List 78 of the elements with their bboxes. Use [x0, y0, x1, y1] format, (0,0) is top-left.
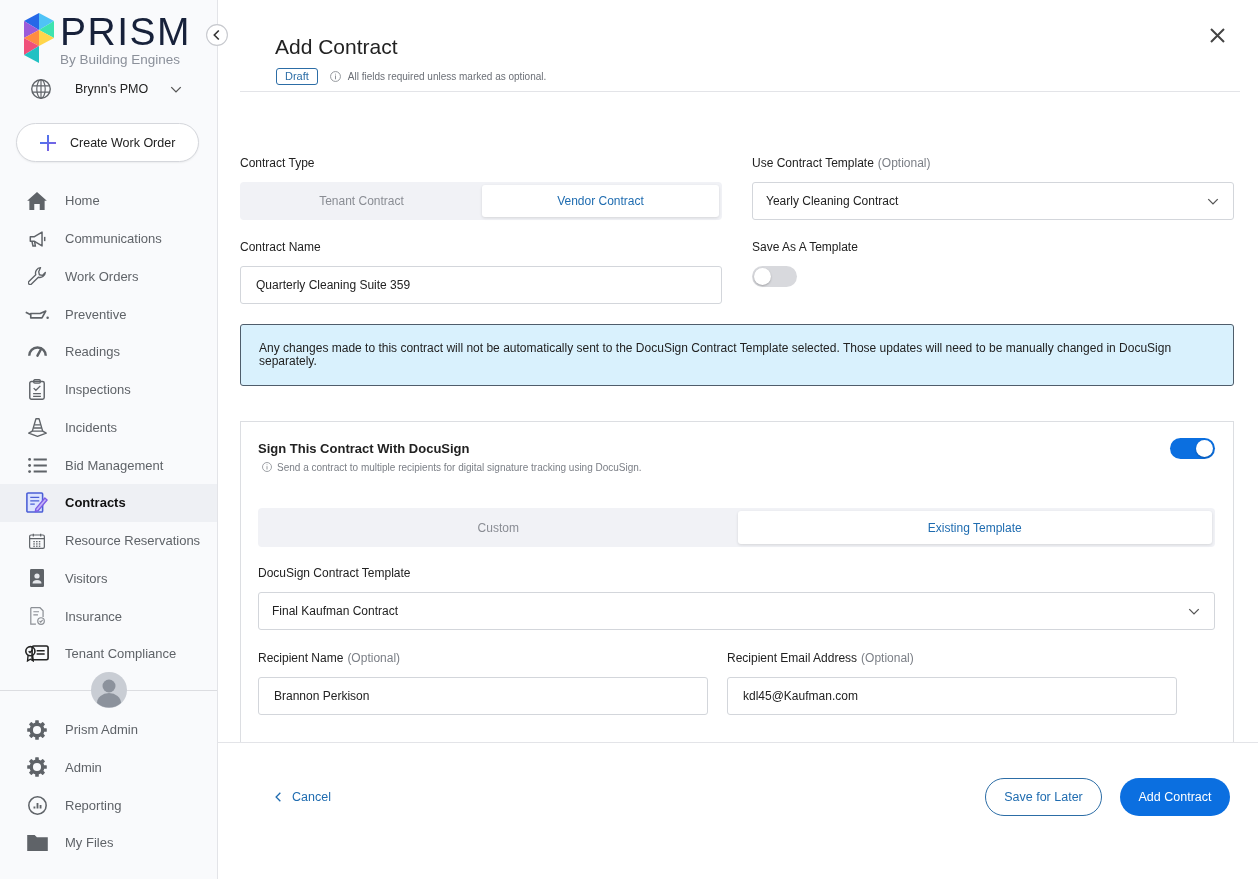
gauge-icon: [27, 346, 47, 358]
field-label: Contract Type: [240, 155, 315, 171]
field-label: Recipient Email Address: [727, 650, 858, 666]
template-dropdown[interactable]: Yearly Cleaning Contract: [752, 182, 1234, 220]
nav-item[interactable]: Communications: [0, 219, 217, 258]
chevron-left-icon: [275, 792, 281, 802]
nav-item[interactable]: Tenant Compliance: [0, 635, 217, 673]
optional-hint: (Optional): [347, 650, 401, 666]
optional-hint: (Optional): [861, 650, 914, 666]
close-icon[interactable]: [1210, 28, 1225, 43]
chevron-left-icon[interactable]: [206, 24, 228, 46]
nav-item[interactable]: Prism Admin: [0, 710, 217, 749]
id-badge-icon: [30, 569, 44, 588]
required-note: All fields required unless marked as optional.: [347, 71, 547, 82]
nav-item[interactable]: My Files: [0, 824, 217, 862]
calendar-icon: [29, 532, 45, 549]
nav-item[interactable]: Reporting: [0, 786, 217, 824]
segment-tab[interactable]: Existing Template: [737, 511, 1212, 544]
globe-icon: [31, 79, 51, 99]
wrench-icon: [28, 267, 46, 286]
certificate-icon: [25, 645, 49, 663]
nav-item[interactable]: Inspections: [0, 370, 217, 409]
nav-item[interactable]: Bid Management: [0, 446, 217, 484]
nav-item[interactable]: Contracts: [0, 484, 217, 522]
plus-icon: [40, 134, 56, 151]
nav-item[interactable]: Work Orders: [0, 257, 217, 296]
toggle-switch[interactable]: [752, 266, 797, 287]
folder-icon: [26, 834, 48, 851]
save-for-later-button[interactable]: Save for Later: [985, 778, 1102, 816]
nav-item[interactable]: Incidents: [0, 408, 217, 447]
nav-item[interactable]: Insurance: [0, 597, 217, 635]
nav-item[interactable]: Readings: [0, 333, 217, 371]
traffic-cone-icon: [27, 417, 47, 437]
account-switcher[interactable]: Brynn's PMO: [0, 75, 217, 103]
template-dropdown[interactable]: Final Kaufman Contract: [258, 592, 1215, 630]
logo-icon: [24, 13, 54, 63]
toggle-switch[interactable]: [1170, 438, 1215, 459]
nav-item[interactable]: Admin: [0, 748, 217, 787]
cancel-link[interactable]: Cancel: [275, 778, 331, 816]
nav-item[interactable]: Resource Reservations: [0, 521, 217, 560]
clipboard-icon: [29, 379, 45, 401]
gear-icon: [27, 719, 47, 740]
document-pen-icon: [26, 492, 48, 514]
oil-can-icon: [25, 309, 49, 319]
list-icon: [27, 457, 47, 473]
recipient-name-field[interactable]: Brannon Perkison: [258, 677, 708, 715]
create-work-order-button[interactable]: Create Work Order: [16, 123, 199, 162]
notice-banner: Any changes made to this contract will not be automatically sent to the DocuSign Contract Template selected. Those updates will need to be manually changed in DocuSign separately.: [240, 324, 1234, 386]
add-contract-button[interactable]: Add Contract: [1120, 778, 1230, 816]
document-badge-icon: [29, 607, 45, 626]
info-icon: [262, 462, 272, 472]
megaphone-icon: [28, 230, 46, 247]
user-avatar-icon: [90, 671, 127, 708]
chevron-down-icon: [1188, 607, 1200, 615]
field-label: Save As A Template: [752, 239, 858, 255]
nav-item[interactable]: Home: [0, 182, 217, 220]
field-label: Contract Name: [240, 239, 321, 255]
status-badge: Draft: [276, 68, 318, 85]
segment-tab[interactable]: Vendor Contract: [482, 185, 719, 217]
chart-circle-icon: [27, 795, 47, 815]
logo-tagline: By Building Engines: [60, 52, 182, 68]
home-icon: [27, 191, 47, 210]
field-label: Recipient Name: [258, 650, 344, 666]
logo-wordmark: PRISM: [60, 14, 191, 50]
field-label: Use Contract Template: [752, 155, 874, 171]
gear-icon: [27, 757, 47, 778]
chevron-down-icon: [170, 85, 182, 93]
card-description: Send a contract to multiple recipients for digital signature tracking using DocuSign.: [277, 461, 642, 473]
nav-item[interactable]: Visitors: [0, 559, 217, 598]
card-title: Sign This Contract With DocuSign: [258, 440, 471, 458]
field-label: DocuSign Contract Template: [258, 565, 411, 581]
optional-hint: (Optional): [877, 155, 931, 171]
recipient-email-field[interactable]: kdl45@Kaufman.com: [727, 677, 1177, 715]
contract-name-field[interactable]: Quarterly Cleaning Suite 359: [240, 266, 722, 304]
dialog-title: Add Contract: [275, 34, 399, 60]
info-icon: [329, 71, 341, 82]
nav-item[interactable]: Preventive: [0, 295, 217, 333]
chevron-down-icon: [1207, 197, 1219, 205]
